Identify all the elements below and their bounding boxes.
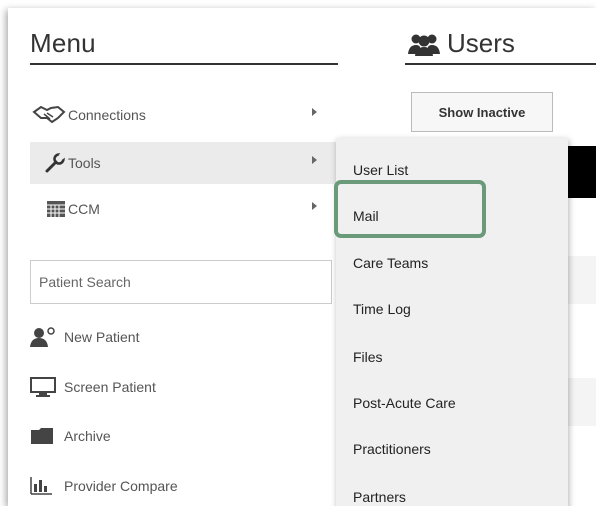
submenu-item-user-list[interactable]: User List bbox=[353, 162, 408, 178]
submenu-item-files[interactable]: Files bbox=[353, 349, 383, 365]
monitor-icon bbox=[30, 377, 62, 397]
quick-link-label: New Patient bbox=[64, 329, 140, 345]
archive-link[interactable]: Archive bbox=[30, 421, 111, 451]
menu-item-tools[interactable]: Tools bbox=[30, 142, 336, 184]
new-patient-link[interactable]: New Patient bbox=[30, 322, 139, 352]
chevron-right-icon bbox=[312, 156, 317, 164]
new-patient-icon bbox=[30, 327, 62, 347]
provider-compare-link[interactable]: Provider Compare bbox=[30, 471, 178, 501]
submenu-item-time-log[interactable]: Time Log bbox=[353, 301, 411, 317]
chevron-right-icon bbox=[312, 202, 317, 210]
submenu-item-care-teams[interactable]: Care Teams bbox=[353, 255, 428, 271]
submenu-item-partners[interactable]: Partners bbox=[353, 489, 406, 505]
menu-item-connections[interactable]: Connections bbox=[30, 94, 336, 136]
menu-title-rule bbox=[30, 63, 338, 65]
folder-icon bbox=[30, 427, 62, 445]
tools-submenu: User List Mail Care Teams Time Log Files… bbox=[336, 138, 568, 506]
menu-item-label: Tools bbox=[68, 155, 101, 171]
quick-link-label: Archive bbox=[64, 428, 111, 444]
patient-search-input[interactable] bbox=[30, 260, 332, 304]
submenu-item-practitioners[interactable]: Practitioners bbox=[353, 441, 431, 457]
quick-link-label: Provider Compare bbox=[64, 478, 178, 494]
screen-patient-link[interactable]: Screen Patient bbox=[30, 372, 156, 402]
show-inactive-button[interactable]: Show Inactive bbox=[411, 92, 553, 132]
quick-link-label: Screen Patient bbox=[64, 379, 156, 395]
users-group-icon bbox=[405, 32, 443, 56]
users-title-label: Users bbox=[447, 28, 515, 58]
menu-title: Menu bbox=[30, 28, 96, 58]
users-title: Users bbox=[405, 28, 515, 59]
handshake-icon bbox=[30, 105, 66, 125]
submenu-item-mail[interactable]: Mail bbox=[353, 208, 379, 224]
calendar-icon bbox=[30, 200, 66, 218]
bar-chart-icon bbox=[30, 476, 62, 496]
wrench-icon bbox=[30, 153, 66, 173]
app-window: Menu Users Connections Tools CCM Patient… bbox=[8, 8, 596, 506]
submenu-item-post-acute-care[interactable]: Post-Acute Care bbox=[353, 395, 456, 411]
chevron-right-icon bbox=[312, 108, 317, 116]
menu-item-label: CCM bbox=[68, 201, 100, 217]
users-title-rule bbox=[405, 63, 596, 65]
menu-item-ccm[interactable]: CCM bbox=[30, 188, 336, 230]
menu-item-label: Connections bbox=[68, 107, 146, 123]
